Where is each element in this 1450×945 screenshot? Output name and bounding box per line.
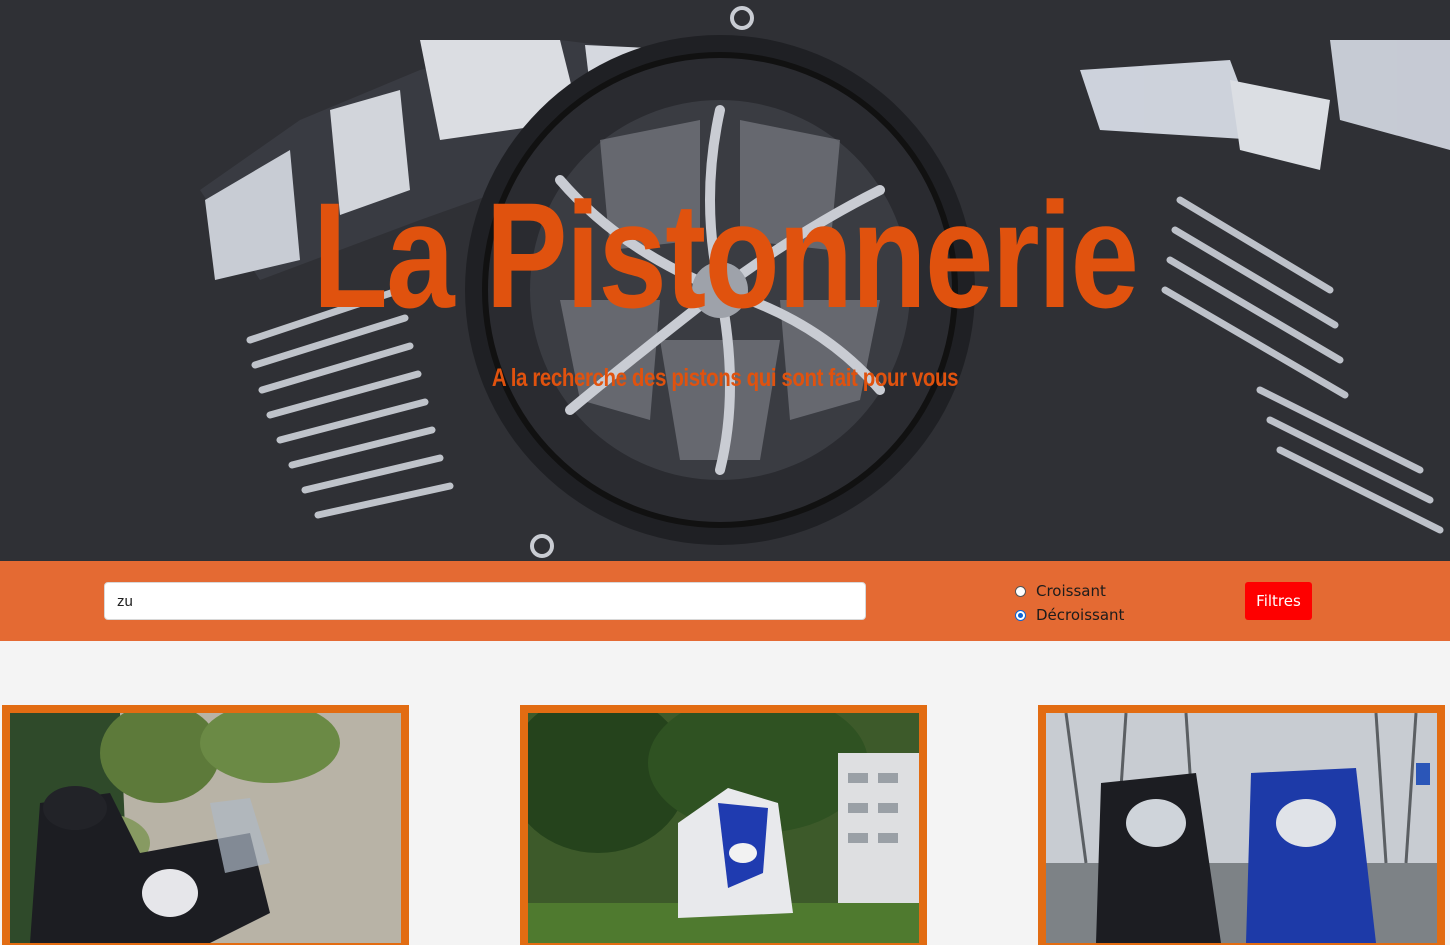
sort-option-ascending[interactable]: Croissant [1013, 579, 1124, 603]
sort-option-descending[interactable]: Décroissant [1013, 603, 1124, 627]
radio-ascending[interactable] [1015, 585, 1026, 597]
motorcycle-photo[interactable] [528, 713, 919, 943]
search-input[interactable] [104, 582, 866, 620]
product-card[interactable] [520, 705, 927, 945]
sort-order-group: Croissant Décroissant [1013, 579, 1124, 627]
site-title: La Pistonnerie [312, 171, 1139, 339]
sort-label-ascending: Croissant [1036, 582, 1106, 600]
motorcycle-photo[interactable] [1046, 713, 1437, 943]
motorcycle-photo[interactable] [10, 713, 401, 943]
product-card[interactable] [2, 705, 409, 945]
filter-bar: Croissant Décroissant Filtres [0, 561, 1450, 641]
product-card[interactable] [1038, 705, 1445, 945]
hero-banner: La Pistonnerie A la recherche des piston… [0, 0, 1450, 561]
site-tagline: A la recherche des pistons qui sont fait… [491, 364, 959, 392]
radio-descending[interactable] [1015, 609, 1026, 621]
filter-button[interactable]: Filtres [1245, 582, 1312, 620]
sort-label-descending: Décroissant [1036, 606, 1125, 624]
